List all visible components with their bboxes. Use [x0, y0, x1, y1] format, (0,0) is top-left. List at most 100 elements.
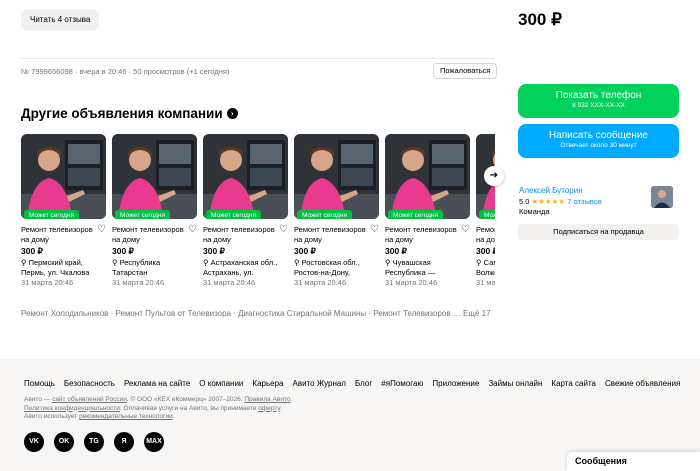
favorite-heart-icon[interactable]: ♡ — [188, 225, 197, 245]
legal-text: . — [279, 404, 282, 412]
listings-carousel: Может сегодня Ремонт телевизоров на дому… — [21, 134, 495, 294]
footer-link[interactable]: Реклама на сайте — [124, 379, 190, 388]
footer-link[interactable]: Займы онлайн — [488, 379, 542, 388]
max-messenger-icon[interactable]: MAX — [144, 432, 164, 452]
section-title-text: Другие объявления компании — [21, 106, 223, 121]
footer-nav: Помощь Безопасность Реклама на сайте О к… — [24, 379, 680, 388]
arrow-right-icon: › — [226, 108, 238, 119]
legal-link[interactable]: Политика конфиденциальности — [24, 405, 120, 412]
listing-photo[interactable]: Может сегодня — [21, 134, 106, 219]
listing-location: ⚲ Астраханская обл., Астрахань, ул. — [203, 258, 288, 278]
telegram-icon[interactable]: TG — [84, 432, 104, 452]
seller-name-link[interactable]: Алексей Буторин — [519, 186, 583, 195]
listing-title[interactable]: Ремонт телевизоров на дому — [21, 225, 97, 245]
location-text: Ростовская обл., Ростов-на-Дону, — [294, 258, 360, 277]
listing-price: 300 ₽ — [112, 246, 134, 256]
legal-link[interactable]: Правила Авито — [244, 396, 290, 403]
legal-link[interactable]: рекомендательные технологии — [79, 413, 173, 420]
category-links[interactable]: Ремонт Холодильников · Ремонт Пультов от… — [21, 309, 495, 318]
listing-location: ⚲ Ростовская обл., Ростов-на-Дону, — [294, 258, 379, 278]
show-phone-button[interactable]: Показать телефон 8 932 XXX-XX-XX — [518, 84, 679, 118]
legal-text: Авито — — [24, 396, 53, 403]
listing-card[interactable]: Может сегодня Ремонт телевизоров на дому… — [385, 134, 470, 287]
listing-title[interactable]: Ремонт телевизоров на дому — [112, 225, 188, 245]
write-message-label: Написать сообщение — [548, 130, 648, 141]
yandex-icon[interactable]: Я — [114, 432, 134, 452]
listing-photo[interactable]: Может сегодня — [294, 134, 379, 219]
listing-price: 300 ₽ — [21, 246, 43, 256]
favorite-heart-icon[interactable]: ♡ — [97, 225, 106, 245]
location-pin-icon: ⚲ — [294, 258, 302, 267]
location-text: Астраханская обл., Астрахань, ул. — [203, 258, 278, 277]
available-today-badge: Может сегодня — [388, 210, 444, 219]
footer-legal: Авито — сайт объявлений России. © ООО «К… — [24, 396, 644, 422]
read-reviews-button[interactable]: Читать 4 отзыва — [21, 9, 100, 31]
footer-link[interactable]: Безопасность — [64, 379, 115, 388]
odnoklassniki-icon[interactable]: OK — [54, 432, 74, 452]
seller-avatar[interactable] — [651, 186, 673, 208]
footer-link[interactable]: Свежие объявления — [605, 379, 680, 388]
listing-card[interactable]: Может сегодня Ремонт телевизоров на дому… — [112, 134, 197, 287]
listing-card[interactable]: Может сегодня Ремонт телевизоров на дому… — [476, 134, 495, 287]
legal-link[interactable]: сайт объявлений России — [52, 396, 127, 403]
listing-photo[interactable]: Может сегодня — [203, 134, 288, 219]
seller-reviews-link[interactable]: 7 отзывов — [567, 197, 602, 206]
favorite-heart-icon[interactable]: ♡ — [370, 225, 379, 245]
legal-text: . © ООО «КЕХ еКоммерц» 2007–2026. — [126, 396, 245, 403]
write-message-button[interactable]: Написать сообщение Отвечает около 30 мин… — [518, 124, 679, 158]
social-links: VK OK TG Я MAX — [24, 432, 164, 452]
location-pin-icon: ⚲ — [112, 258, 120, 267]
listing-price: 300 ₽ — [203, 246, 225, 256]
favorite-heart-icon[interactable]: ♡ — [279, 225, 288, 245]
legal-text: . — [172, 413, 175, 420]
show-phone-label: Показать телефон — [555, 90, 642, 101]
listing-location: ⚲ Чувашская Республика — — [385, 258, 470, 278]
available-today-badge: Может сегодня — [479, 210, 495, 219]
other-listings-title[interactable]: Другие объявления компании › — [21, 106, 238, 121]
listing-title[interactable]: Ремонт телевизоров на дому — [476, 225, 495, 245]
divider — [21, 58, 495, 59]
listing-meta: № 7999656098 · вчера в 20:46 · 50 просмо… — [21, 67, 230, 76]
location-text: Чувашская Республика — — [385, 258, 436, 277]
subscribe-seller-button[interactable]: Подписаться на продавца — [518, 224, 679, 240]
footer-link[interactable]: Блог — [355, 379, 372, 388]
footer-link[interactable]: Карьера — [252, 379, 283, 388]
location-pin-icon: ⚲ — [21, 258, 29, 267]
footer-link[interactable]: Помощь — [24, 379, 55, 388]
listing-card[interactable]: Может сегодня Ремонт телевизоров на дому… — [294, 134, 379, 287]
listing-date: 31 марта 20:46 — [112, 278, 165, 287]
carousel-next-button[interactable]: ➔ — [484, 166, 504, 186]
available-today-badge: Может сегодня — [115, 210, 171, 219]
listing-title[interactable]: Ремонт телевизоров на дому — [203, 225, 279, 245]
listing-date: 31 марта 20:46 — [203, 278, 256, 287]
listing-location: ⚲ Самарская обл., Волжский — [476, 258, 495, 278]
listing-card[interactable]: Может сегодня Ремонт телевизоров на дому… — [203, 134, 288, 287]
listing-title[interactable]: Ремонт телевизоров на дому — [294, 225, 370, 245]
legal-text: . — [290, 396, 293, 403]
listing-photo[interactable]: Может сегодня — [385, 134, 470, 219]
location-pin-icon: ⚲ — [476, 258, 484, 267]
listing-location: ⚲ Республика Татарстан — [112, 258, 197, 278]
listing-card[interactable]: Может сегодня Ремонт телевизоров на дому… — [21, 134, 106, 287]
listing-date: 31 марта 20:46 — [476, 278, 495, 287]
listing-date: 31 марта 20:46 — [21, 278, 74, 287]
location-pin-icon: ⚲ — [203, 258, 211, 267]
messages-panel[interactable]: Сообщения — [567, 452, 700, 471]
footer-link[interactable]: О компании — [199, 379, 243, 388]
footer-link[interactable]: Приложение — [432, 379, 479, 388]
legal-text: Авито использует — [24, 413, 80, 420]
vk-icon[interactable]: VK — [24, 432, 44, 452]
seller-type: Команда — [519, 207, 550, 216]
footer-link[interactable]: Карта сайта — [551, 379, 596, 388]
listing-title[interactable]: Ремонт телевизоров на дому — [385, 225, 461, 245]
legal-link[interactable]: оферту — [258, 405, 280, 412]
location-pin-icon: ⚲ — [385, 258, 393, 267]
footer-link[interactable]: #яПомогаю — [381, 379, 423, 388]
report-button[interactable]: Пожаловаться — [433, 63, 498, 79]
phone-masked: 8 932 XXX-XX-XX — [572, 102, 625, 109]
footer-link[interactable]: Авито Журнал — [292, 379, 346, 388]
favorite-heart-icon[interactable]: ♡ — [461, 225, 470, 245]
available-today-badge: Может сегодня — [206, 210, 262, 219]
listing-date: 31 марта 20:46 — [294, 278, 347, 287]
listing-photo[interactable]: Может сегодня — [112, 134, 197, 219]
